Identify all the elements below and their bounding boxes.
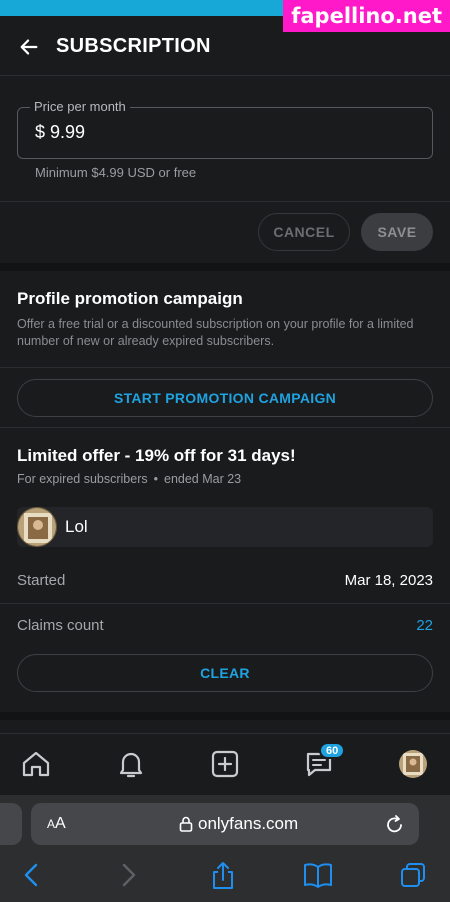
offer-subtitle: For expired subscribers • ended Mar 23: [17, 472, 241, 486]
url-text[interactable]: onlyfans.com: [179, 814, 298, 834]
section-separator: [0, 712, 450, 720]
page-header: SUBSCRIPTION: [0, 18, 450, 76]
start-promotion-button[interactable]: START PROMOTION CAMPAIGN: [17, 379, 433, 417]
divider: [0, 603, 450, 604]
previous-tab[interactable]: [0, 803, 22, 845]
promo-description: Offer a free trial or a discounted subsc…: [17, 317, 414, 348]
tabs-icon[interactable]: [399, 861, 427, 889]
divider: [0, 427, 450, 428]
bell-icon[interactable]: [115, 748, 147, 780]
page-title: SUBSCRIPTION: [56, 35, 211, 57]
price-input[interactable]: Price per month $ 9.99: [17, 99, 433, 159]
started-value: Mar 18, 2023: [344, 572, 433, 589]
address-bar[interactable]: AA onlyfans.com: [31, 803, 419, 845]
share-icon[interactable]: [210, 861, 236, 891]
offer-title: Limited offer - 19% off for 31 days!: [17, 446, 296, 465]
home-icon[interactable]: [20, 748, 52, 780]
save-button[interactable]: SAVE: [361, 213, 433, 251]
claims-label: Claims count: [17, 617, 104, 634]
back-icon[interactable]: [20, 861, 44, 889]
profile-avatar[interactable]: [399, 750, 427, 778]
price-amount: 9.99: [50, 122, 86, 142]
avatar[interactable]: [17, 507, 57, 547]
reader-settings-button[interactable]: AA: [47, 815, 66, 833]
bottom-tab-bar: [0, 733, 450, 795]
price-value[interactable]: $ 9.99: [35, 122, 85, 143]
promo-title: Profile promotion campaign: [17, 289, 243, 308]
offer-message: Lol: [65, 517, 88, 536]
offer-audience: For expired subscribers: [17, 472, 148, 486]
clear-button[interactable]: CLEAR: [17, 654, 433, 692]
lock-icon: [179, 816, 193, 832]
bookmarks-icon[interactable]: [303, 861, 333, 889]
claims-count[interactable]: 22: [416, 617, 433, 634]
divider: [0, 367, 450, 368]
cancel-button[interactable]: CANCEL: [258, 213, 350, 251]
section-separator: [0, 263, 450, 271]
offer-ended: ended Mar 23: [164, 472, 242, 486]
add-post-icon[interactable]: [209, 748, 241, 780]
browser-chrome: AA onlyfans.com: [0, 795, 450, 902]
started-label: Started: [17, 572, 66, 589]
back-arrow-icon[interactable]: [18, 36, 40, 58]
divider: [0, 201, 450, 202]
separator-dot: •: [153, 472, 158, 486]
reload-icon[interactable]: [385, 813, 405, 835]
offer-message-row: Lol: [17, 507, 433, 547]
price-label: Price per month: [30, 99, 130, 114]
currency-symbol: $: [35, 122, 46, 142]
forward-icon[interactable]: [116, 861, 140, 889]
browser-nav-row: [0, 855, 450, 902]
notification-badge: 60: [319, 742, 346, 759]
price-hint: Minimum $4.99 USD or free: [35, 165, 197, 180]
